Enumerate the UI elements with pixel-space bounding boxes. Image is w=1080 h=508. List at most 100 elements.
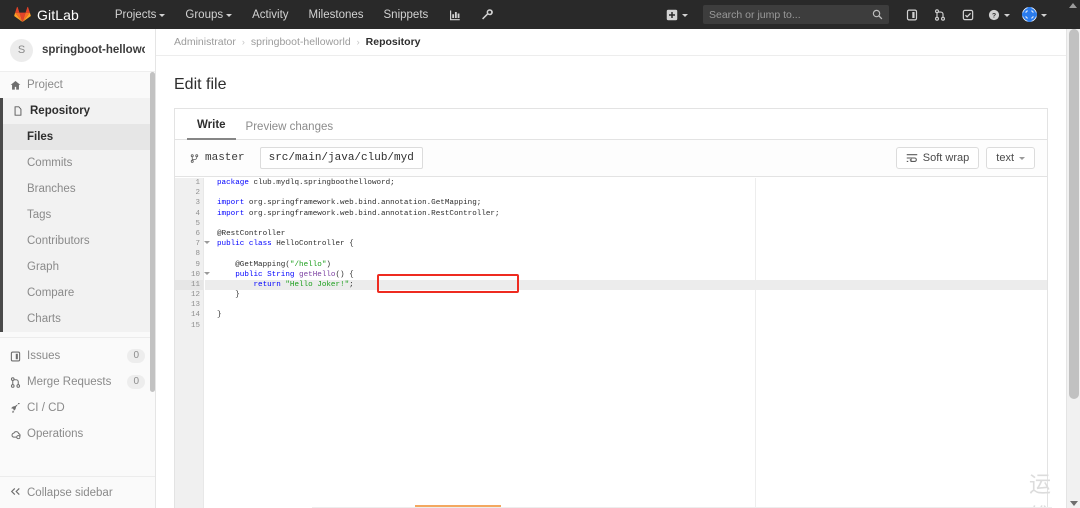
merge-requests-icon (935, 8, 945, 21)
editor-code-area[interactable]: package club.mydlq.springboothelloword; … (205, 178, 1047, 508)
code-token: ; (349, 280, 354, 289)
nav-wrench-icon-button[interactable] (471, 0, 503, 29)
breadcrumb-item-project[interactable]: springboot-helloworld (251, 36, 351, 48)
sidebar-item-issues[interactable]: Issues 0 (0, 343, 155, 369)
page-scrollbar[interactable] (1066, 29, 1080, 508)
todos-icon (962, 9, 974, 20)
sidebar-item-commits[interactable]: Commits (3, 150, 155, 176)
sidebar-item-project[interactable]: Project (0, 72, 155, 98)
code-line-12: } (205, 290, 1047, 300)
gitlab-brand[interactable]: GitLab (0, 6, 79, 23)
sidebar-item-contributors[interactable]: Contributors (3, 228, 155, 254)
merge-requests-shortcut[interactable] (927, 0, 953, 29)
rocket-icon (10, 402, 27, 414)
sidebar-item-compare[interactable]: Compare (3, 280, 155, 306)
code-token: getHello (299, 270, 336, 279)
sidebar-item-tags[interactable]: Tags (3, 202, 155, 228)
gitlab-logo-icon (14, 6, 31, 23)
chevron-down-icon (226, 13, 233, 17)
breadcrumb-item-current: Repository (365, 36, 421, 48)
issues-shortcut[interactable] (899, 0, 925, 29)
collapse-sidebar-button[interactable]: Collapse sidebar (0, 476, 155, 508)
editor-toolbar: master src/main/java/club/myd Soft wrap … (175, 140, 1047, 177)
sidebar-item-repository[interactable]: Repository (3, 98, 155, 124)
scroll-down-arrow[interactable] (1070, 501, 1078, 506)
code-token: "Hello Joker!" (285, 280, 350, 289)
chevron-down-icon (1004, 13, 1010, 17)
sidebar-item-graph-label: Graph (27, 261, 59, 273)
tab-write-label: Write (197, 119, 226, 131)
gutter-line-3: 3 (195, 199, 200, 208)
code-token: { (344, 240, 354, 249)
sidebar-group-repository: Repository Files Commits Branches Tags C… (0, 98, 155, 332)
sidebar-item-issues-label: Issues (27, 350, 61, 362)
sidebar-scrollbar[interactable] (150, 72, 155, 392)
code-line-7: public class HelloController { (205, 239, 1047, 249)
gitlab-edit-file-page: GitLab Projects Groups Activity Mileston… (0, 0, 1080, 508)
new-item-button[interactable] (661, 0, 693, 29)
soft-wrap-button[interactable]: Soft wrap (895, 147, 980, 169)
gutter-line-1: 1 (195, 179, 200, 187)
sidebar-item-charts[interactable]: Charts (3, 306, 155, 332)
tab-preview-changes-label: Preview changes (245, 121, 334, 133)
breadcrumb: Administrator › springboot-helloworld › … (156, 29, 1066, 56)
code-token: "/hello" (289, 260, 327, 269)
avatar (1022, 7, 1037, 22)
code-token: org.springframework.web.bind.annotation.… (248, 209, 500, 218)
sidebar-item-merge-requests[interactable]: Merge Requests 0 (0, 369, 155, 395)
tab-write[interactable]: Write (187, 119, 236, 140)
todos-shortcut[interactable] (955, 0, 981, 29)
chevron-down-icon (682, 13, 688, 17)
nav-chart-icon-button[interactable] (438, 0, 471, 29)
nav-groups[interactable]: Groups (175, 0, 242, 29)
gutter-line-9: 9 (195, 260, 200, 269)
breadcrumb-item-administrator[interactable]: Administrator (174, 36, 236, 48)
file-path-input[interactable]: src/main/java/club/myd (259, 147, 423, 169)
code-editor[interactable]: 1 2 3 4 5 6 7 8 9 10 11 12 13 14 15 package club.mydlq… (175, 178, 1047, 508)
page-scrollbar-thumb[interactable] (1069, 29, 1079, 399)
tab-preview-changes[interactable]: Preview changes (236, 121, 344, 140)
nav-snippets[interactable]: Snippets (374, 0, 439, 29)
code-token: } (217, 291, 240, 300)
search-input[interactable] (709, 8, 872, 21)
global-search[interactable] (703, 5, 889, 24)
code-token: @RestController (217, 229, 286, 238)
double-chevron-left-icon (10, 487, 21, 499)
nav-activity[interactable]: Activity (242, 0, 298, 29)
sidebar-project-header[interactable]: S springboot-helloworld (0, 29, 155, 72)
scroll-up-arrow[interactable] (1069, 3, 1077, 8)
code-token: } (217, 311, 222, 320)
code-line-3: import org.springframework.web.bind.anno… (205, 198, 1047, 208)
branch-selector[interactable]: master (184, 152, 251, 164)
code-line-14: } (205, 310, 1047, 320)
gutter-line-2: 2 (195, 189, 200, 198)
sidebar-item-ci-cd[interactable]: CI / CD (0, 395, 155, 421)
code-token: HelloController (276, 240, 345, 249)
sidebar-item-branches[interactable]: Branches (3, 176, 155, 202)
topnav-links: Projects Groups Activity Milestones Snip… (105, 0, 503, 29)
nav-snippets-label: Snippets (383, 8, 429, 21)
sidebar-item-ci-cd-label: CI / CD (27, 402, 65, 414)
nav-milestones[interactable]: Milestones (299, 0, 374, 29)
chevron-down-icon (159, 13, 166, 17)
help-menu[interactable]: ? (983, 0, 1015, 29)
nav-milestones-label: Milestones (308, 8, 364, 21)
gutter-line-8: 8 (195, 250, 200, 259)
sidebar-item-graph[interactable]: Graph (3, 254, 155, 280)
code-token: import (217, 209, 249, 218)
code-token: import (217, 199, 249, 208)
project-name: springboot-helloworld (42, 44, 145, 56)
sidebar-item-files[interactable]: Files (3, 124, 155, 150)
nav-projects[interactable]: Projects (105, 0, 176, 29)
collapse-sidebar-label: Collapse sidebar (27, 486, 113, 499)
user-menu[interactable] (1017, 0, 1052, 29)
file-mode-dropdown[interactable]: text (986, 147, 1035, 169)
sidebar-item-operations-label: Operations (27, 428, 84, 440)
gutter-line-13: 13 (190, 301, 200, 310)
sidebar-item-compare-label: Compare (27, 287, 75, 299)
sidebar-item-operations[interactable]: Operations (0, 421, 155, 447)
code-line-4: import org.springframework.web.bind.anno… (205, 209, 1047, 219)
